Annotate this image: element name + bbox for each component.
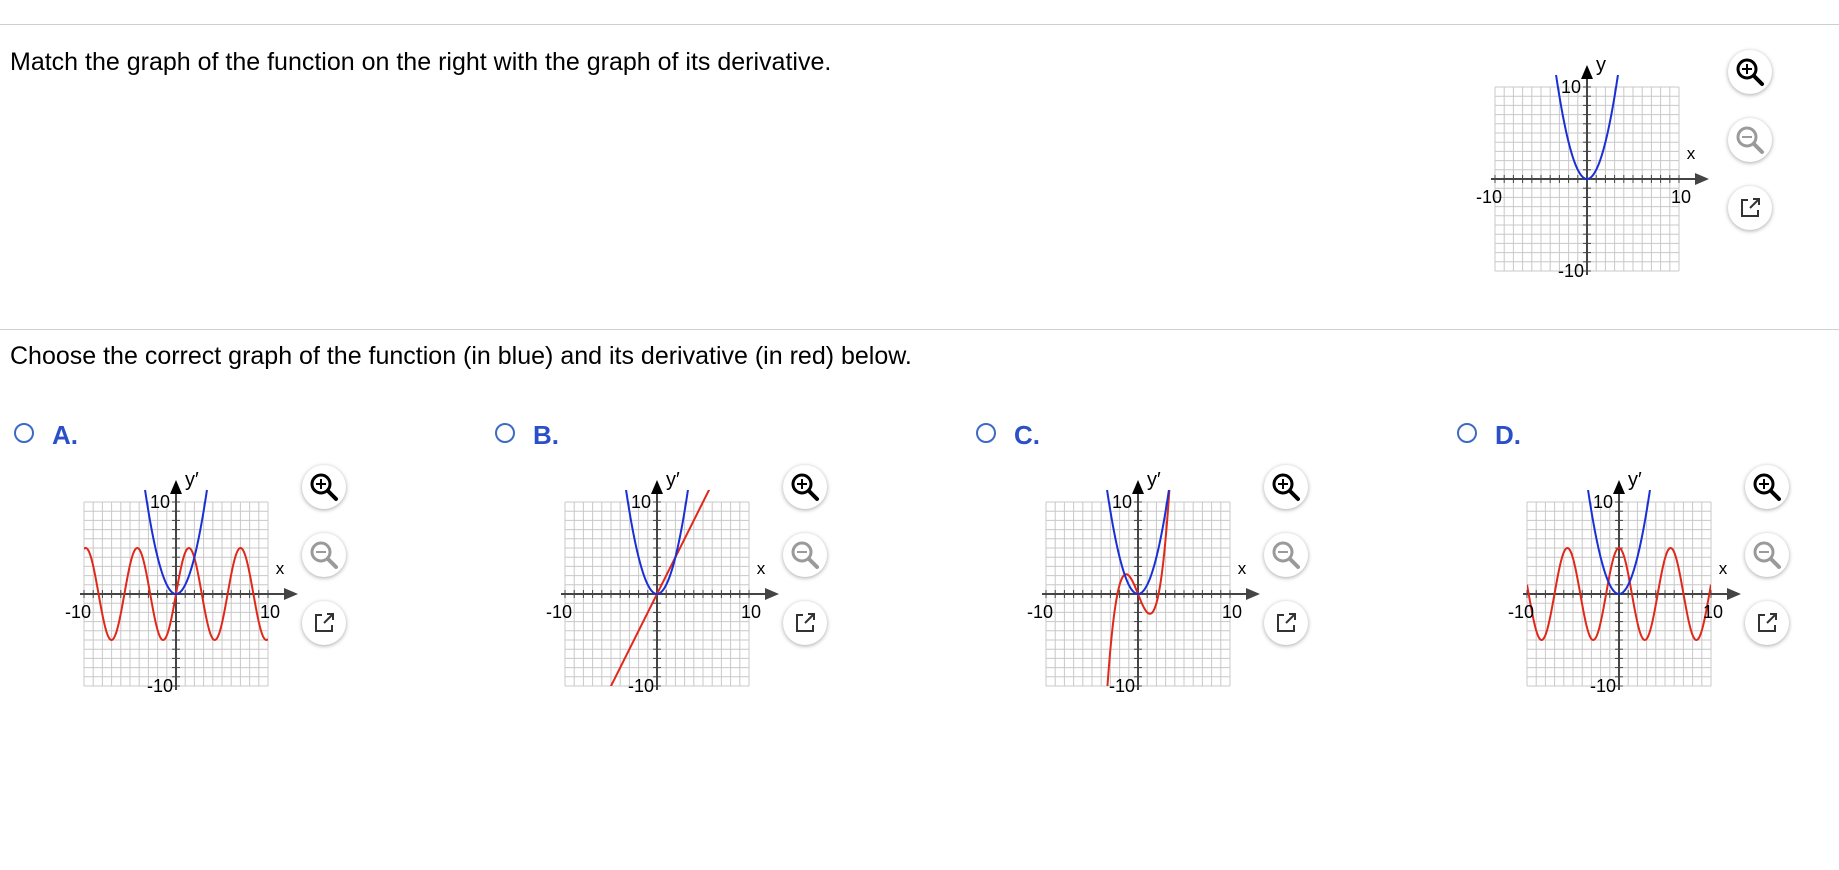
top-divider bbox=[0, 24, 1839, 25]
main-y-label: y bbox=[1596, 54, 1606, 76]
zoom-out-icon bbox=[1753, 541, 1781, 569]
option-b-radio-option[interactable]: B. bbox=[495, 420, 585, 450]
option-c-label: C. bbox=[1014, 420, 1040, 450]
option-d-x-max-label: 10 bbox=[1703, 602, 1723, 622]
option-b-y-label: y′ bbox=[666, 469, 680, 491]
option-d-radio-button[interactable] bbox=[1457, 423, 1477, 443]
option-c-popout-button[interactable] bbox=[1264, 601, 1308, 645]
option-c-graph: 10 -10 -10 10 x y′ bbox=[1027, 469, 1260, 696]
function-graph: 10 -10 -10 10 x y bbox=[1476, 54, 1709, 281]
option-a-y-label: y′ bbox=[185, 469, 199, 491]
main-y-max-label: 10 bbox=[1561, 77, 1581, 97]
option-b-zoom-in-button[interactable] bbox=[783, 465, 827, 509]
zoom-out-icon bbox=[1272, 541, 1300, 569]
option-a-zoom-in-button[interactable] bbox=[302, 465, 346, 509]
option-d-radio-option[interactable]: D. bbox=[1457, 420, 1547, 450]
option-a-zoom-out-button[interactable] bbox=[302, 533, 346, 577]
option-b-x-label: x bbox=[757, 559, 766, 578]
zoom-in-icon bbox=[1272, 473, 1300, 501]
option-a-y-max-label: 10 bbox=[150, 492, 170, 512]
zoom-in-icon bbox=[310, 473, 338, 501]
instruction-text: Choose the correct graph of the function… bbox=[10, 342, 912, 370]
option-c-radio-option[interactable]: C. bbox=[976, 420, 1066, 450]
external-link-icon bbox=[315, 613, 334, 632]
option-b-label: B. bbox=[533, 420, 559, 450]
option-b-y-min-label: -10 bbox=[628, 676, 654, 696]
option-c-y-max-label: 10 bbox=[1112, 492, 1132, 512]
option-d-y-arrow bbox=[1613, 480, 1625, 494]
middle-divider bbox=[0, 329, 1839, 330]
option-c-x-label: x bbox=[1238, 559, 1247, 578]
option-b-popout-button[interactable] bbox=[783, 601, 827, 645]
option-d-graph: 10 -10 -10 10 x y′ bbox=[1508, 469, 1741, 696]
option-c-x-max-label: 10 bbox=[1222, 602, 1242, 622]
option-d-x-label: x bbox=[1719, 559, 1728, 578]
main-x-max-label: 10 bbox=[1671, 187, 1691, 207]
option-a-y-min-label: -10 bbox=[147, 676, 173, 696]
option-a-radio-button[interactable] bbox=[14, 423, 34, 443]
option-c-x-min-label: -10 bbox=[1027, 602, 1053, 622]
option-a-x-max-label: 10 bbox=[260, 602, 280, 622]
option-c-zoom-in-button[interactable] bbox=[1264, 465, 1308, 509]
external-link-icon bbox=[1277, 613, 1296, 632]
zoom-out-icon bbox=[791, 541, 819, 569]
option-d-label: D. bbox=[1495, 420, 1521, 450]
main-x-label: x bbox=[1687, 144, 1696, 163]
zoom-out-icon bbox=[310, 541, 338, 569]
option-c-zoom-out-button[interactable] bbox=[1264, 533, 1308, 577]
option-c-radio-button[interactable] bbox=[976, 423, 996, 443]
option-a-y-arrow bbox=[170, 480, 182, 494]
zoom-out-icon bbox=[1736, 126, 1764, 154]
main-zoom-out-button[interactable] bbox=[1728, 118, 1772, 162]
main-y-min-label: -10 bbox=[1558, 261, 1584, 281]
option-d-y-max-label: 10 bbox=[1593, 492, 1613, 512]
option-a-popout-button[interactable] bbox=[302, 601, 346, 645]
option-b-graph: 10 -10 -10 10 x y′ bbox=[546, 469, 779, 696]
option-b-x-min-label: -10 bbox=[546, 602, 572, 622]
external-link-icon bbox=[1758, 613, 1777, 632]
option-d-zoom-out-button[interactable] bbox=[1745, 533, 1789, 577]
zoom-in-icon bbox=[791, 473, 819, 501]
option-a-x-min-label: -10 bbox=[65, 602, 91, 622]
option-c-y-min-label: -10 bbox=[1109, 676, 1135, 696]
zoom-in-icon bbox=[1753, 473, 1781, 501]
main-y-arrow bbox=[1581, 65, 1593, 79]
external-link-icon bbox=[796, 613, 815, 632]
option-b-y-arrow bbox=[651, 480, 663, 494]
option-c-x-arrow bbox=[1246, 588, 1260, 600]
option-d-x-min-label: -10 bbox=[1508, 602, 1534, 622]
option-d-y-min-label: -10 bbox=[1590, 676, 1616, 696]
option-a-radio-option[interactable]: A. bbox=[14, 420, 104, 450]
option-b-y-max-label: 10 bbox=[631, 492, 651, 512]
option-d-y-label: y′ bbox=[1628, 469, 1642, 491]
option-c-y-label: y′ bbox=[1147, 469, 1161, 491]
option-d-popout-button[interactable] bbox=[1745, 601, 1789, 645]
option-b-x-max-label: 10 bbox=[741, 602, 761, 622]
main-zoom-in-button[interactable] bbox=[1728, 50, 1772, 94]
main-x-arrow bbox=[1695, 173, 1709, 185]
option-c-y-arrow bbox=[1132, 480, 1144, 494]
option-d-x-arrow bbox=[1727, 588, 1741, 600]
option-b-zoom-out-button[interactable] bbox=[783, 533, 827, 577]
question-prompt: Match the graph of the function on the r… bbox=[10, 48, 832, 76]
option-a-x-label: x bbox=[276, 559, 285, 578]
external-link-icon bbox=[1741, 198, 1760, 217]
option-a-graph: 10 -10 -10 10 x y′ bbox=[65, 469, 298, 696]
option-a-label: A. bbox=[52, 420, 78, 450]
option-d-zoom-in-button[interactable] bbox=[1745, 465, 1789, 509]
option-b-radio-button[interactable] bbox=[495, 423, 515, 443]
zoom-in-icon bbox=[1736, 58, 1764, 86]
main-popout-button[interactable] bbox=[1728, 186, 1772, 230]
option-b-x-arrow bbox=[765, 588, 779, 600]
option-a-x-arrow bbox=[284, 588, 298, 600]
main-x-min-label: -10 bbox=[1476, 187, 1502, 207]
